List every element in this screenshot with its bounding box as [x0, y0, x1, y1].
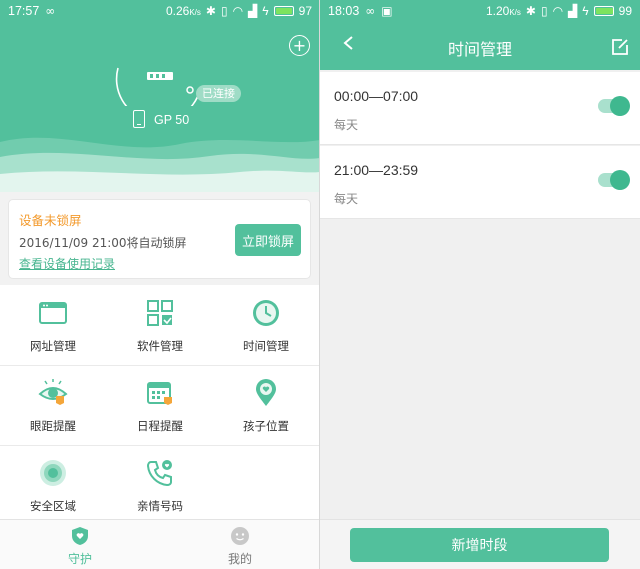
signal-icon: ▟: [248, 4, 258, 18]
period-repeat: 每天: [334, 118, 359, 132]
period-toggle[interactable]: [598, 96, 630, 116]
infinity-icon: ∞: [365, 4, 376, 18]
browser-icon: [39, 302, 67, 324]
eye-icon: [38, 379, 68, 405]
feature-label: 眼距提醒: [30, 419, 76, 433]
tab-label: 守护: [67, 552, 92, 566]
feature-label: 孩子位置: [243, 419, 289, 433]
network-speed: 0.26K/s: [165, 4, 201, 18]
page-title: 时间管理: [447, 40, 512, 59]
wave-decoration: [0, 137, 320, 192]
battery-icon: [593, 6, 614, 16]
battery-icon: [273, 6, 294, 16]
lock-alert-card: 设备未锁屏 2016/11/09 21:00将自动锁屏 查看设备使用记录 立即锁…: [8, 199, 311, 279]
status-bar: 18:03 ∞ ▣ 1.20K/s ✱ ▯ ◠ ▟ ϟ 99: [320, 0, 640, 22]
lock-now-button[interactable]: 立即锁屏: [235, 224, 301, 256]
time-management-screen: 时间管理 18:03 ∞ ▣ 1.20K/s ✱ ▯ ◠ ▟ ϟ 99 00:0…: [320, 0, 640, 569]
tab-profile[interactable]: 我的: [160, 520, 320, 569]
battery-level: 99: [618, 4, 632, 18]
feature-label: 时间管理: [243, 339, 289, 353]
bluetooth-icon: ✱: [525, 4, 536, 18]
infinity-icon: ∞: [45, 4, 56, 18]
feature-grid: 网址管理 软件管理 时间管理 眼距提醒 日程提醒 孩子位置 安全区域 亲情号码: [0, 285, 320, 519]
time-period-row[interactable]: 00:00—07:00 每天: [320, 72, 640, 145]
phone-call-icon: [146, 460, 172, 487]
shield-icon: [72, 527, 88, 545]
toggle-knob: [610, 96, 630, 116]
feature-label: 亲情号码: [137, 499, 183, 513]
time-period-row[interactable]: 21:00—23:59 每天: [320, 146, 640, 219]
feature-eye-distance[interactable]: 眼距提醒: [0, 365, 106, 443]
period-toggle[interactable]: [598, 170, 630, 190]
status-time: 18:03: [328, 4, 360, 18]
feature-safe-zone[interactable]: 安全区域: [0, 445, 106, 523]
feature-label: 安全区域: [30, 499, 76, 513]
calendar-icon: [147, 382, 172, 405]
footer-bar: 新增时段: [320, 519, 640, 569]
add-device-button[interactable]: +: [289, 35, 310, 56]
edit-icon[interactable]: [610, 37, 630, 57]
face-icon: [231, 527, 249, 545]
phone-icon: [133, 110, 145, 128]
period-repeat: 每天: [334, 192, 359, 206]
charging-icon: ϟ: [262, 4, 269, 18]
feature-label: 软件管理: [137, 339, 183, 353]
feature-family-numbers[interactable]: 亲情号码: [107, 445, 213, 523]
add-period-button[interactable]: 新增时段: [350, 528, 609, 562]
image-icon: ▣: [381, 4, 393, 18]
status-time: 17:57: [8, 4, 40, 18]
usage-log-link[interactable]: 查看设备使用记录: [19, 255, 115, 272]
guard-home-screen: 已连接 GP 50 + 17:57 ∞ 0.26K/s ✱ ▯ ◠ ▟ ϟ 97…: [0, 0, 320, 569]
device-name: GP 50: [154, 113, 190, 127]
location-icon: [256, 379, 276, 406]
device-orbit-icon: [115, 67, 201, 106]
period-range: 00:00—07:00: [334, 88, 419, 104]
network-speed: 1.20K/s: [485, 4, 521, 18]
battery-level: 97: [298, 4, 312, 18]
signal-icon: ▟: [568, 4, 578, 18]
device-header: 已连接 GP 50 +: [0, 0, 320, 192]
safe-zone-icon: [40, 460, 66, 486]
wifi-icon: ◠: [552, 4, 564, 18]
alert-description: 2016/11/09 21:00将自动锁屏: [19, 236, 187, 250]
tab-label: 我的: [227, 552, 252, 566]
toggle-knob: [610, 170, 630, 190]
vibrate-icon: ▯: [220, 4, 228, 18]
clock-icon: [253, 300, 279, 326]
alert-title: 设备未锁屏: [19, 213, 82, 228]
feature-time-management[interactable]: 时间管理: [213, 285, 319, 363]
bluetooth-icon: ✱: [205, 4, 216, 18]
charging-icon: ϟ: [582, 4, 589, 18]
feature-url-management[interactable]: 网址管理: [0, 285, 106, 363]
vibrate-icon: ▯: [540, 4, 548, 18]
feature-label: 网址管理: [30, 339, 76, 353]
feature-app-management[interactable]: 软件管理: [107, 285, 213, 363]
bottom-tab-bar: 守护 我的: [0, 519, 320, 569]
feature-schedule-reminder[interactable]: 日程提醒: [107, 365, 213, 443]
feature-label: 日程提醒: [137, 419, 183, 433]
wifi-icon: ◠: [232, 4, 244, 18]
connection-status-badge: 已连接: [196, 85, 241, 102]
period-range: 21:00—23:59: [334, 162, 419, 178]
feature-child-location[interactable]: 孩子位置: [213, 365, 319, 443]
status-bar: 17:57 ∞ 0.26K/s ✱ ▯ ◠ ▟ ϟ 97: [0, 0, 320, 22]
apps-icon: [147, 300, 173, 326]
tab-guard[interactable]: 守护: [0, 520, 160, 569]
